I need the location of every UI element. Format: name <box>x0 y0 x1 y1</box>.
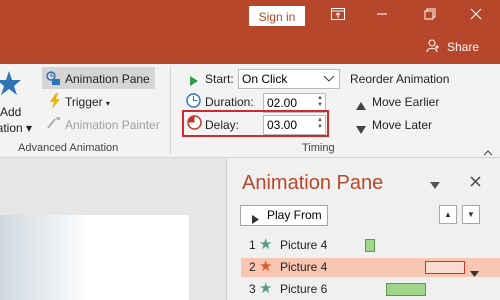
add-animation-star-icon[interactable] <box>0 70 22 101</box>
trigger-icon <box>49 93 61 114</box>
ribbon-separator <box>170 66 171 154</box>
item-label: Picture 4 <box>280 260 328 274</box>
add-animation-sublabel[interactable]: nation ▾ <box>0 121 32 135</box>
reorder-animation-label: Reorder Animation <box>350 72 450 86</box>
slide-image <box>0 215 90 300</box>
item-label: Picture 4 <box>280 238 328 252</box>
timing-group-label: Timing <box>302 142 335 154</box>
duration-label: Duration: <box>205 95 254 109</box>
play-icon <box>252 211 259 230</box>
timeline-bar[interactable] <box>386 283 426 296</box>
animation-item-selected[interactable]: 2 ★ Picture 4 <box>241 258 500 277</box>
animation-painter-icon <box>47 116 63 135</box>
ribbon-display-icon[interactable] <box>328 6 348 26</box>
share-person-icon <box>426 39 440 53</box>
delay-highlight-box <box>182 110 329 137</box>
close-icon[interactable] <box>466 6 486 26</box>
pane-options-icon[interactable] <box>430 176 440 194</box>
animation-pane-label: Animation Pane <box>65 72 150 86</box>
advanced-animation-group-label: Advanced Animation <box>18 142 119 154</box>
triangle-up-icon <box>356 97 366 115</box>
sign-in-button[interactable]: Sign in <box>249 6 305 26</box>
emphasis-star-icon: ★ <box>259 280 273 297</box>
move-earlier-button[interactable]: Move Earlier <box>372 95 439 109</box>
emphasis-star-icon: ★ <box>259 236 273 253</box>
animation-item[interactable]: 1 ★ Picture 4 <box>241 236 500 255</box>
spinner-arrows-icon[interactable]: ▲ ▼ <box>317 95 323 109</box>
animation-pane-icon <box>45 70 61 91</box>
item-number: 3 <box>249 282 256 296</box>
play-from-label: Play From <box>267 208 322 222</box>
ribbon-tab-band <box>0 32 500 64</box>
timeline-bar[interactable] <box>425 261 465 274</box>
chevron-down-icon <box>323 70 335 93</box>
duration-value: 02.00 <box>267 96 298 110</box>
add-animation-label[interactable]: Add <box>0 105 21 119</box>
item-number: 1 <box>249 238 256 252</box>
animation-pane-title: Animation Pane <box>242 172 384 194</box>
restore-icon[interactable] <box>420 6 440 26</box>
item-number: 2 <box>249 260 256 274</box>
trigger-button[interactable]: Trigger ▾ <box>65 95 110 109</box>
start-label: Start: <box>205 72 234 86</box>
start-play-icon <box>190 73 198 91</box>
animation-item[interactable]: 3 ★ Picture 6 <box>241 280 500 299</box>
triangle-down-icon <box>356 121 366 139</box>
item-label: Picture 6 <box>280 282 328 296</box>
move-down-button[interactable]: ▼ <box>462 205 480 224</box>
exit-star-icon: ★ <box>259 258 273 275</box>
animation-painter-button[interactable]: Animation Painter <box>65 118 160 132</box>
start-value: On Click <box>242 72 288 86</box>
move-up-button[interactable]: ▲ <box>439 205 457 224</box>
move-later-button[interactable]: Move Later <box>372 118 432 132</box>
share-button[interactable]: Share <box>447 40 479 54</box>
timeline-bar[interactable] <box>365 239 375 252</box>
minimize-icon[interactable] <box>372 6 392 26</box>
start-dropdown[interactable]: On Click <box>238 69 340 89</box>
play-from-button[interactable]: Play From <box>240 205 328 226</box>
close-pane-icon[interactable] <box>470 174 481 192</box>
